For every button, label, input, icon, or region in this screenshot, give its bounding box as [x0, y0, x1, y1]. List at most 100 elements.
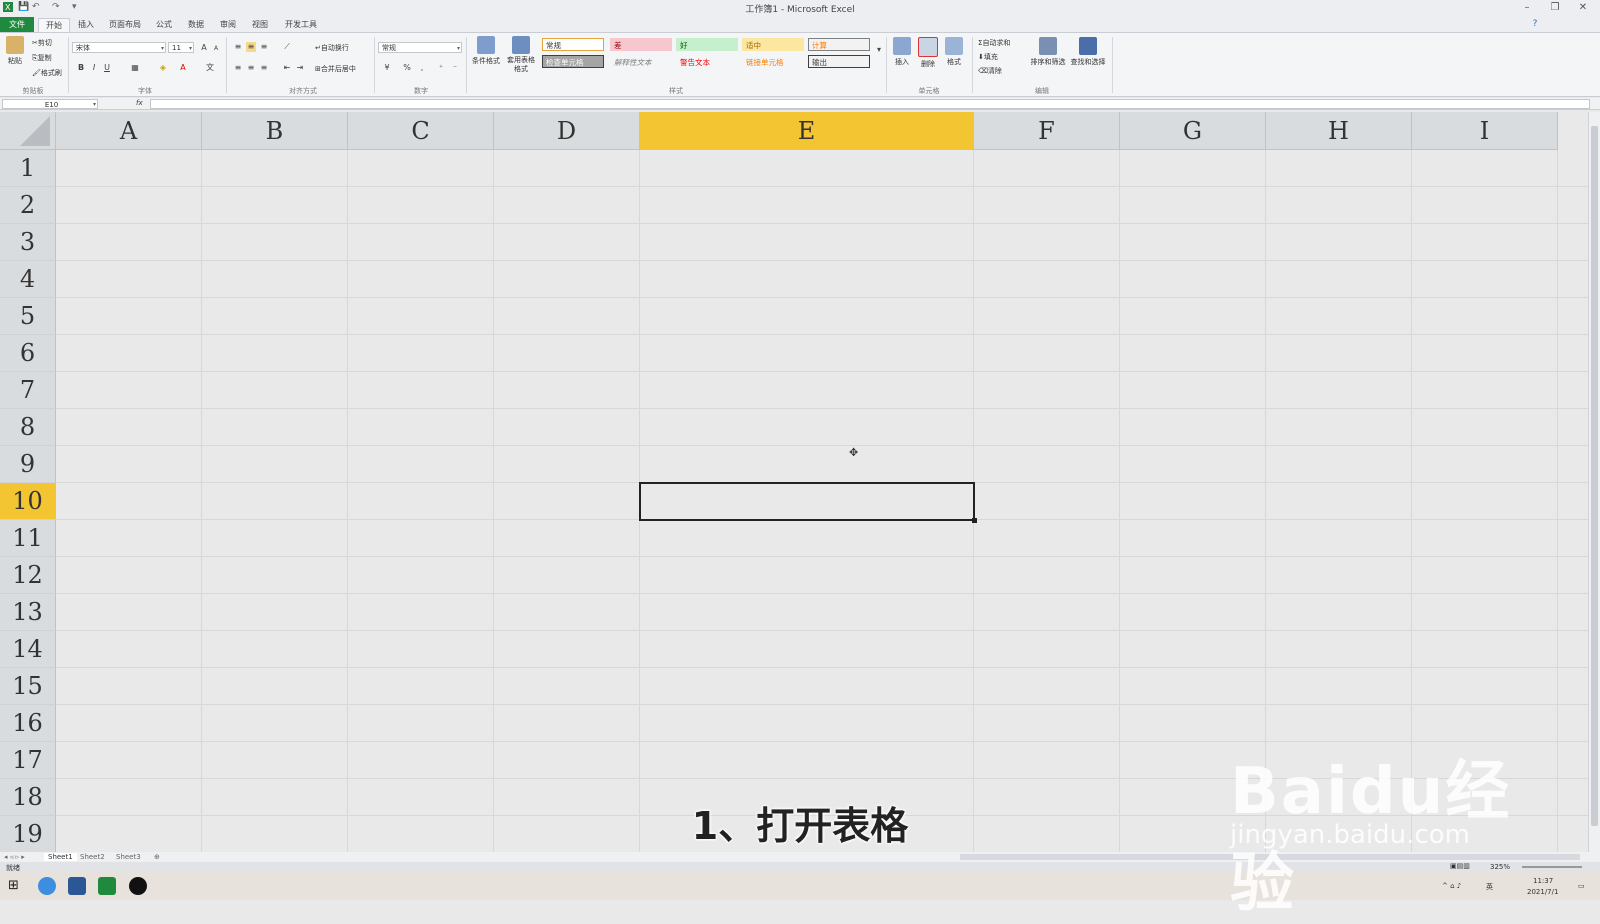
- tab-review[interactable]: 审阅: [214, 18, 242, 31]
- percent-button[interactable]: %: [402, 63, 412, 73]
- delete-cells-button[interactable]: 删除: [916, 37, 940, 69]
- cell-style-1[interactable]: 差: [610, 38, 672, 51]
- format-as-table-button[interactable]: 套用表格格式: [504, 36, 538, 74]
- align-bottom-icon[interactable]: ≡: [259, 42, 269, 52]
- decrease-indent-icon[interactable]: ⇤: [282, 63, 292, 73]
- column-header-g[interactable]: G: [1120, 112, 1266, 150]
- underline-button[interactable]: U: [102, 63, 112, 73]
- decrease-decimal-icon[interactable]: ⁻: [450, 63, 460, 73]
- excel-taskbar-icon[interactable]: [98, 877, 116, 895]
- italic-button[interactable]: I: [89, 63, 99, 73]
- cut-button[interactable]: ✂剪切: [32, 38, 52, 48]
- row-header-13[interactable]: 13: [0, 594, 56, 631]
- column-header-a[interactable]: A: [56, 112, 202, 150]
- insert-function-button[interactable]: fx: [136, 99, 143, 107]
- sheet-tab-sheet1[interactable]: Sheet1: [44, 853, 77, 861]
- column-header-b[interactable]: B: [202, 112, 348, 150]
- cell-style-3[interactable]: 适中: [742, 38, 804, 51]
- shrink-font-icon[interactable]: A: [211, 44, 221, 54]
- tab-page-layout[interactable]: 页面布局: [104, 18, 146, 31]
- clear-button[interactable]: ⌫清除: [978, 66, 1002, 76]
- vertical-scrollbar[interactable]: [1588, 112, 1600, 852]
- conditional-format-button[interactable]: 条件格式: [470, 36, 502, 66]
- help-icon[interactable]: ?: [1522, 16, 1548, 32]
- gallery-more-icon[interactable]: ▾: [874, 45, 884, 55]
- tab-view[interactable]: 视图: [246, 18, 274, 31]
- scrollbar-thumb[interactable]: [1591, 126, 1598, 826]
- cell-style-2[interactable]: 好: [676, 38, 738, 51]
- tab-data[interactable]: 数据: [182, 18, 210, 31]
- format-painter-button[interactable]: 🖌格式刷: [32, 68, 62, 78]
- cell-style-6[interactable]: 解释性文本: [610, 55, 672, 68]
- tab-file[interactable]: 文件: [0, 17, 34, 32]
- tab-developer[interactable]: 开发工具: [280, 18, 322, 31]
- paste-button[interactable]: 粘贴: [4, 36, 26, 66]
- column-header-h[interactable]: H: [1266, 112, 1412, 150]
- borders-icon[interactable]: ▦: [130, 63, 140, 73]
- row-header-9[interactable]: 9: [0, 446, 56, 483]
- recorder-icon[interactable]: [129, 877, 147, 895]
- tab-home[interactable]: 开始: [38, 18, 70, 32]
- format-cells-button[interactable]: 格式: [942, 37, 966, 67]
- name-box[interactable]: E10 ▾: [2, 99, 98, 109]
- windows-start-icon[interactable]: ⊞: [8, 878, 19, 893]
- row-header-1[interactable]: 1: [0, 150, 56, 187]
- sort-filter-button[interactable]: 排序和筛选: [1028, 37, 1068, 67]
- align-center-icon[interactable]: ≡: [246, 63, 256, 73]
- column-header-d[interactable]: D: [494, 112, 640, 150]
- row-header-12[interactable]: 12: [0, 557, 56, 594]
- cell-style-7[interactable]: 警告文本: [676, 55, 738, 68]
- row-header-15[interactable]: 15: [0, 668, 56, 705]
- comma-style-icon[interactable]: ,: [417, 63, 427, 73]
- select-all-button[interactable]: [0, 112, 56, 150]
- phonetic-icon[interactable]: 文: [205, 63, 215, 73]
- align-middle-icon[interactable]: ≡: [246, 42, 256, 52]
- wrap-text-button[interactable]: ↵自动换行: [315, 43, 349, 53]
- autosum-button[interactable]: Σ自动求和: [978, 38, 1010, 48]
- copy-button[interactable]: ⎘复制: [32, 53, 52, 63]
- active-cell-e10[interactable]: [639, 482, 977, 523]
- row-header-17[interactable]: 17: [0, 742, 56, 779]
- merge-center-button[interactable]: ⊞合并后居中: [315, 64, 356, 74]
- row-header-14[interactable]: 14: [0, 631, 56, 668]
- fill-button[interactable]: ⬇填充: [978, 52, 998, 62]
- cell-style-9[interactable]: 输出: [808, 55, 870, 68]
- formula-input[interactable]: [150, 99, 1590, 109]
- bold-button[interactable]: B: [76, 63, 86, 73]
- align-right-icon[interactable]: ≡: [259, 63, 269, 73]
- column-header-c[interactable]: C: [348, 112, 494, 150]
- font-color-icon[interactable]: A: [178, 63, 188, 73]
- tab-insert[interactable]: 插入: [72, 18, 100, 31]
- increase-indent-icon[interactable]: ⇥: [295, 63, 305, 73]
- column-header-f[interactable]: F: [974, 112, 1120, 150]
- browser-icon[interactable]: [38, 877, 56, 895]
- row-header-11[interactable]: 11: [0, 520, 56, 557]
- sheet-nav-arrows-icon[interactable]: ◂ ◃ ▹ ▸: [4, 853, 25, 861]
- row-header-3[interactable]: 3: [0, 224, 56, 261]
- row-header-2[interactable]: 2: [0, 187, 56, 224]
- orientation-icon[interactable]: ⟋: [282, 42, 292, 52]
- insert-cells-button[interactable]: 插入: [890, 37, 914, 67]
- increase-decimal-icon[interactable]: ⁺: [436, 63, 446, 73]
- cell-style-0[interactable]: 常规: [542, 38, 604, 51]
- align-left-icon[interactable]: ≡: [233, 63, 243, 73]
- column-header-e[interactable]: E: [640, 112, 974, 150]
- sheet-tab-sheet2[interactable]: Sheet2: [80, 853, 105, 861]
- row-header-5[interactable]: 5: [0, 298, 56, 335]
- notification-icon[interactable]: ▭: [1578, 882, 1585, 890]
- cell-style-5[interactable]: 检查单元格: [542, 55, 604, 68]
- maximize-button[interactable]: ❐: [1542, 0, 1568, 16]
- word-icon[interactable]: [68, 877, 86, 895]
- font-name-select[interactable]: 宋体 ▾: [72, 42, 166, 53]
- font-size-select[interactable]: 11 ▾: [168, 42, 194, 53]
- currency-icon[interactable]: ¥: [382, 63, 392, 73]
- find-select-button[interactable]: 查找和选择: [1068, 37, 1108, 67]
- row-header-16[interactable]: 16: [0, 705, 56, 742]
- row-header-7[interactable]: 7: [0, 372, 56, 409]
- fill-color-icon[interactable]: ◈: [158, 63, 168, 73]
- row-header-10[interactable]: 10: [0, 483, 56, 520]
- align-top-icon[interactable]: ≡: [233, 42, 243, 52]
- row-header-4[interactable]: 4: [0, 261, 56, 298]
- cell-style-4[interactable]: 计算: [808, 38, 870, 51]
- fill-handle[interactable]: [972, 518, 977, 523]
